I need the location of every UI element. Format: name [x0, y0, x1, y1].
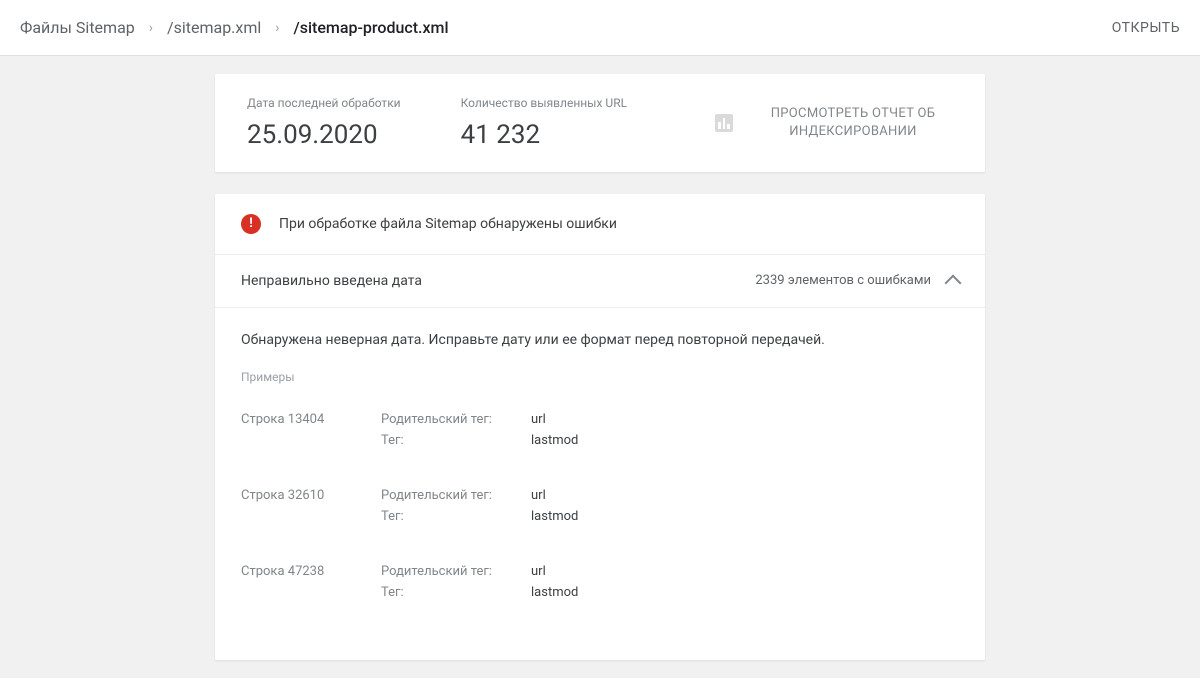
breadcrumb-level1[interactable]: /sitemap.xml — [167, 18, 261, 37]
error-detail: Обнаружена неверная дата. Исправьте дату… — [215, 308, 985, 660]
line-label: Строка — [241, 412, 285, 427]
error-banner-text: При обработке файла Sitemap обнаружены о… — [279, 216, 617, 232]
stat-label: Дата последней обработки — [247, 96, 401, 112]
tag-label: Тег: — [381, 433, 501, 448]
parent-tag-value: url — [531, 564, 546, 579]
error-banner: ! При обработке файла Sitemap обнаружены… — [215, 194, 985, 255]
report-area: ПРОСМОТРЕТЬ ОТЧЕТ ОБ ИНДЕКСИРОВАНИИ — [715, 105, 953, 141]
summary-card: Дата последней обработки 25.09.2020 Коли… — [215, 74, 985, 172]
example-line: Строка 13404 — [241, 412, 381, 454]
error-issue-count: 2339 элементов с ошибками — [755, 273, 931, 288]
chevron-right-icon: › — [275, 20, 279, 36]
error-issue-header[interactable]: Неправильно введена дата 2339 элементов … — [215, 255, 985, 308]
examples-label: Примеры — [241, 370, 959, 384]
line-number: 32610 — [288, 488, 325, 503]
line-label: Строка — [241, 564, 285, 579]
view-index-report-link[interactable]: ПРОСМОТРЕТЬ ОТЧЕТ ОБ ИНДЕКСИРОВАНИИ — [753, 105, 953, 141]
stat-last-processed: Дата последней обработки 25.09.2020 — [247, 96, 401, 150]
line-number: 47238 — [288, 564, 325, 579]
stat-value: 25.09.2020 — [247, 120, 401, 150]
example-line: Строка 47238 — [241, 564, 381, 606]
example-tags: Родительский тег: url Тег: lastmod — [381, 488, 578, 530]
example-row: Строка 47238 Родительский тег: url Тег: … — [241, 554, 959, 630]
error-issue-title: Неправильно введена дата — [241, 273, 755, 289]
error-description: Обнаружена неверная дата. Исправьте дату… — [241, 332, 959, 348]
example-tags: Родительский тег: url Тег: lastmod — [381, 564, 578, 606]
error-card: ! При обработке файла Sitemap обнаружены… — [215, 194, 985, 660]
parent-tag-label: Родительский тег: — [381, 412, 501, 427]
parent-tag-value: url — [531, 412, 546, 427]
breadcrumb-current: /sitemap-product.xml — [293, 18, 448, 37]
line-label: Строка — [241, 488, 285, 503]
example-tags: Родительский тег: url Тег: lastmod — [381, 412, 578, 454]
tag-value: lastmod — [531, 585, 578, 600]
breadcrumb: Файлы Sitemap › /sitemap.xml › /sitemap-… — [20, 18, 1112, 37]
chevron-right-icon: › — [149, 20, 153, 36]
parent-tag-label: Родительский тег: — [381, 488, 501, 503]
error-icon: ! — [241, 214, 261, 234]
stat-url-count: Количество выявленных URL 41 232 — [461, 96, 627, 150]
tag-value: lastmod — [531, 509, 578, 524]
tag-label: Тег: — [381, 585, 501, 600]
open-button[interactable]: ОТКРЫТЬ — [1112, 20, 1180, 36]
bar-chart-icon — [715, 114, 733, 132]
example-row: Строка 13404 Родительский тег: url Тег: … — [241, 402, 959, 478]
tag-value: lastmod — [531, 433, 578, 448]
content: Дата последней обработки 25.09.2020 Коли… — [0, 56, 1200, 678]
example-row: Строка 32610 Родительский тег: url Тег: … — [241, 478, 959, 554]
stat-value: 41 232 — [461, 120, 627, 150]
parent-tag-label: Родительский тег: — [381, 564, 501, 579]
parent-tag-value: url — [531, 488, 546, 503]
example-line: Строка 32610 — [241, 488, 381, 530]
breadcrumb-root[interactable]: Файлы Sitemap — [20, 18, 135, 37]
stat-label: Количество выявленных URL — [461, 96, 627, 112]
header-bar: Файлы Sitemap › /sitemap.xml › /sitemap-… — [0, 0, 1200, 56]
tag-label: Тег: — [381, 509, 501, 524]
line-number: 13404 — [288, 412, 325, 427]
chevron-up-icon[interactable] — [945, 274, 962, 291]
